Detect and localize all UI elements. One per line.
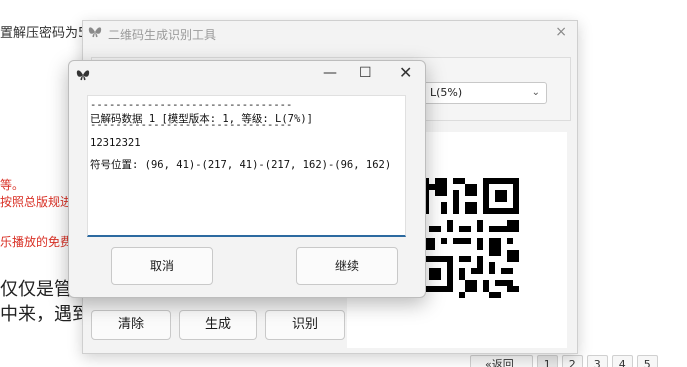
result-line: -------------------------------- bbox=[90, 99, 293, 111]
cancel-button[interactable]: 取消 bbox=[111, 247, 213, 285]
generate-button[interactable]: 生成 bbox=[179, 310, 257, 340]
pagination-page[interactable]: 3 bbox=[586, 355, 608, 367]
maximize-button[interactable]: ☐ bbox=[359, 65, 372, 81]
result-line: 符号位置: (96, 41)-(217, 41)-(217, 162)-(96,… bbox=[90, 159, 392, 171]
pagination: «返回 1 2 3 4 5 bbox=[470, 355, 658, 367]
decode-result-dialog: — ☐ ✕ -------------------------------- 已… bbox=[68, 60, 426, 298]
window-title: 二维码生成识别工具 bbox=[108, 28, 217, 42]
clear-button[interactable]: 清除 bbox=[91, 310, 171, 340]
window-close-button[interactable]: × bbox=[555, 24, 567, 40]
background-paragraph: 仅仅是管 bbox=[0, 279, 72, 300]
pagination-page[interactable]: 5 bbox=[636, 355, 658, 367]
background-red-text: 乐播放的免费 bbox=[0, 235, 73, 249]
dialog-close-button[interactable]: ✕ bbox=[399, 63, 412, 82]
butterfly-logo-icon bbox=[88, 27, 102, 38]
minimize-button[interactable]: — bbox=[323, 65, 337, 81]
recognize-button[interactable]: 识别 bbox=[265, 310, 345, 340]
pagination-page[interactable]: 1 bbox=[536, 355, 558, 367]
window-titlebar[interactable]: 二维码生成识别工具 × bbox=[83, 21, 577, 45]
error-level-value: L(5%) bbox=[430, 86, 463, 99]
continue-button[interactable]: 继续 bbox=[296, 247, 398, 285]
pagination-page[interactable]: 2 bbox=[561, 355, 583, 367]
result-line: -------------------------------- bbox=[90, 119, 293, 131]
butterfly-logo-icon bbox=[76, 70, 90, 81]
background-text-line: 置解压密码为5 bbox=[0, 26, 87, 41]
qr-code-image bbox=[417, 178, 519, 298]
dialog-titlebar[interactable]: — ☐ ✕ bbox=[69, 61, 425, 89]
result-line: 12312321 bbox=[90, 137, 141, 149]
result-line bbox=[90, 150, 403, 158]
background-paragraph: 中来，遇到 bbox=[0, 304, 90, 325]
error-level-select[interactable]: L(5%) ⌄ bbox=[423, 82, 547, 104]
background-red-text: 等。 bbox=[0, 178, 25, 192]
chevron-down-icon: ⌄ bbox=[531, 87, 540, 98]
result-textbox[interactable]: -------------------------------- 已解码数据 1… bbox=[87, 95, 406, 237]
pagination-prev[interactable]: «返回 bbox=[470, 355, 533, 367]
background-red-text: 按照总版规进 bbox=[0, 195, 73, 209]
pagination-page[interactable]: 4 bbox=[611, 355, 633, 367]
